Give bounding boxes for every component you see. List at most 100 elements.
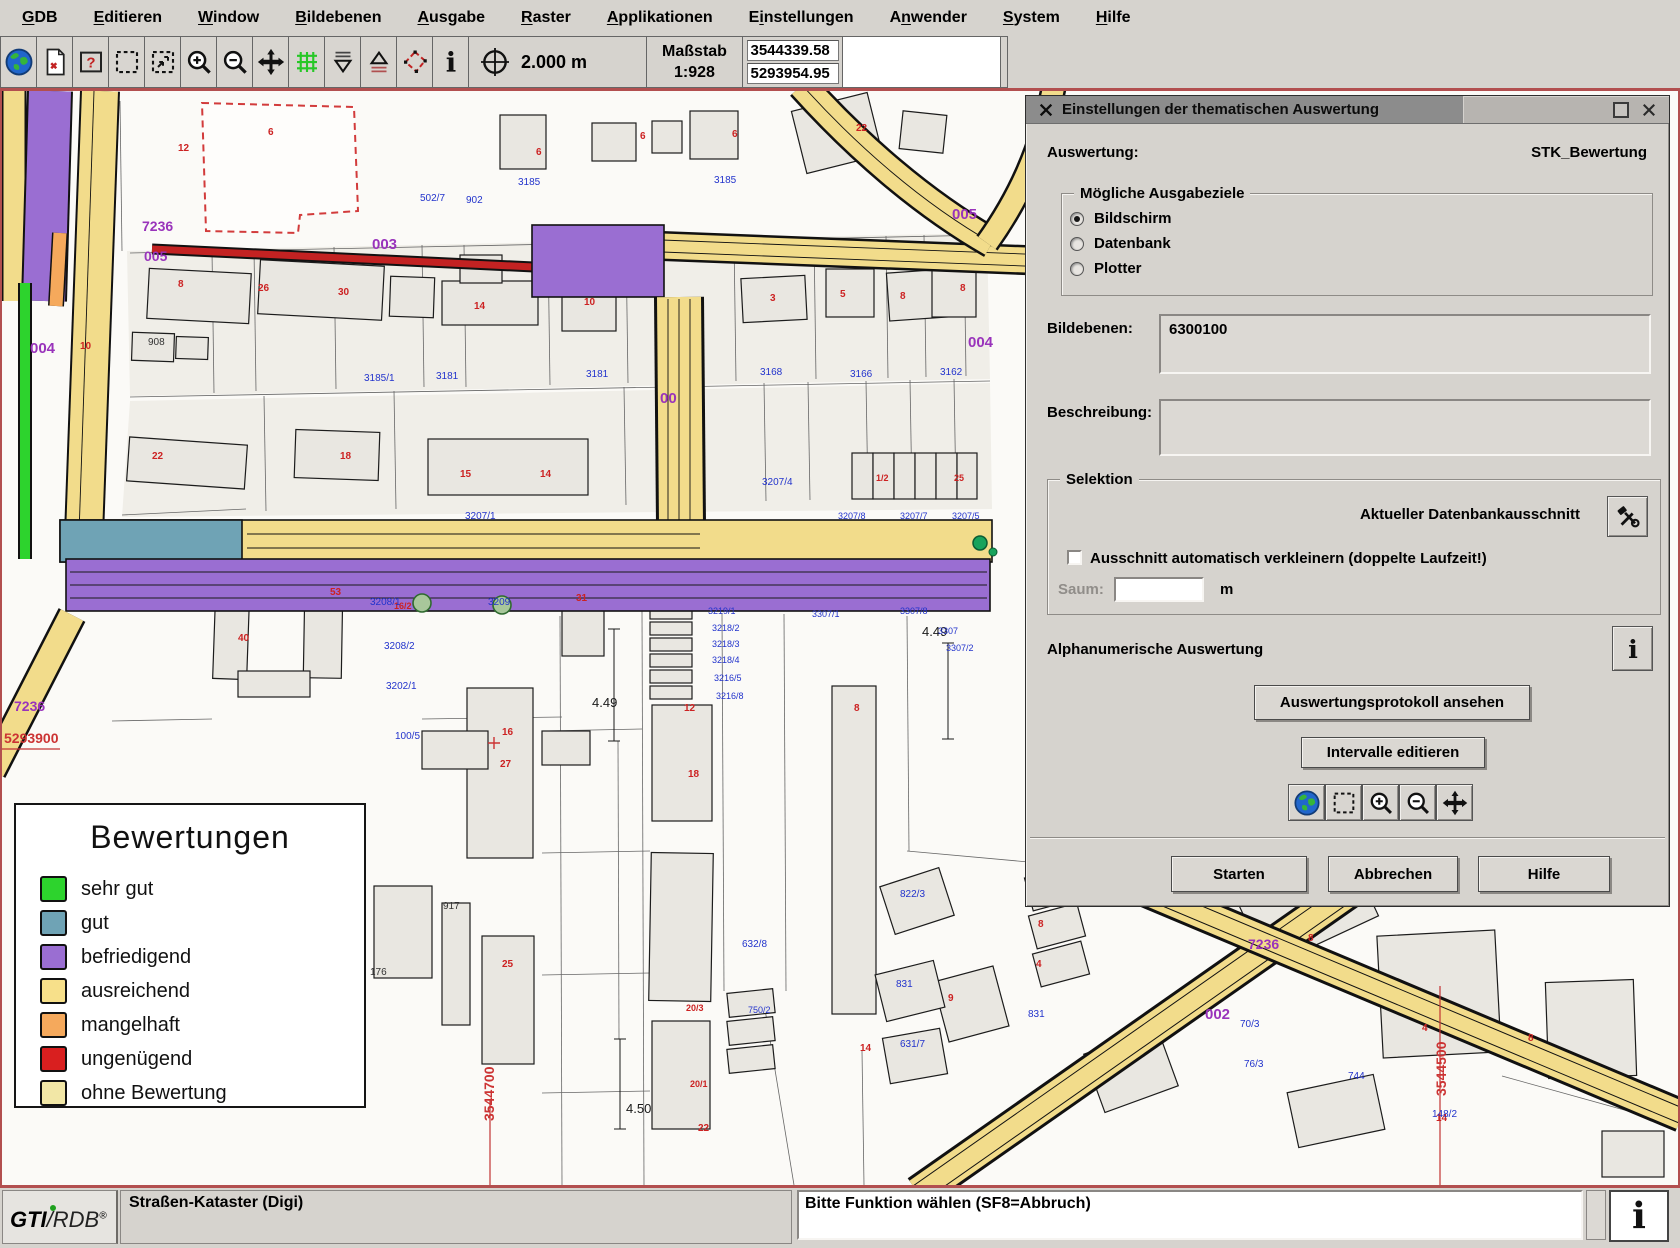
hilfe-button[interactable]: Hilfe [1478,856,1610,892]
polygon-icon[interactable] [397,37,433,87]
legend-swatch [40,944,67,970]
map-building [880,868,954,935]
map-building [422,731,488,769]
radio-circle[interactable] [1070,237,1084,251]
brand-gti: GTI [10,1207,47,1232]
abbrechen-button[interactable]: Abbrechen [1328,856,1458,892]
titlebar-right [1463,96,1669,123]
radio-label: Datenbank [1094,235,1171,252]
radio-plotter[interactable]: Plotter [1070,256,1652,281]
map-building [875,960,945,1021]
document-icon[interactable] [37,37,73,87]
map-label: 3208/1 [370,597,401,608]
menu-einstellungen[interactable]: Einstellungen [735,9,876,27]
saum-label: Saum: [1058,581,1104,598]
parcel-boundary [542,1091,650,1093]
menu-raster[interactable]: Raster [507,9,593,27]
info-icon[interactable] [433,37,469,87]
zoom-in-icon[interactable] [181,37,217,87]
zoom-out-icon[interactable] [217,37,253,87]
status-info-button[interactable] [1609,1190,1669,1242]
map-building [238,671,310,697]
map-building [1287,1074,1385,1147]
zoom-in-icon[interactable] [1362,784,1399,821]
pan-icon[interactable] [253,37,289,87]
map-label: 14 [860,1043,872,1054]
map-label: 18 [688,769,700,780]
menu-anwender[interactable]: Anwender [876,9,989,27]
map-building [482,936,534,1064]
filter-down-icon[interactable] [325,37,361,87]
map-label: 26 [258,283,270,294]
map-building [650,686,692,699]
select-rect-icon[interactable] [1325,784,1362,821]
map-label: 3207/5 [952,511,980,521]
legend-item: mangelhaft [40,1008,364,1042]
legend-swatch [40,1012,67,1038]
status-message-field: Bitte Funktion wählen (SF8=Abbruch) [797,1190,1583,1240]
map-label: 002 [1205,1006,1230,1023]
starten-button[interactable]: Starten [1171,856,1307,892]
map-label: 14 [474,301,486,312]
dialog-map-tools [1288,784,1473,821]
zoom-window-icon[interactable] [145,37,181,87]
map-building [428,439,588,495]
menu-ausgabe[interactable]: Ausgabe [403,9,507,27]
alphanumerisch-info-button[interactable] [1612,626,1653,671]
intervalle-button[interactable]: Intervalle editieren [1301,737,1485,768]
zoom-out-icon[interactable] [1399,784,1436,821]
verkleinern-checkbox[interactable] [1067,550,1082,565]
map-label: 3544700 [481,1066,497,1121]
menu-editieren[interactable]: Editieren [80,9,184,27]
map-building [294,430,380,481]
parcel-boundary [722,613,724,991]
menu-gdb[interactable]: GDB [8,9,80,27]
menu-applikationen[interactable]: Applikationen [593,9,735,27]
globe-icon[interactable] [1288,784,1325,821]
statusbar: GTI/RDB® Straßen-Kataster (Digi) Bitte F… [0,1188,1680,1248]
coordinate-x: 3544339.58 [747,40,839,61]
maximize-icon[interactable] [1613,102,1629,118]
map-label: 631/7 [900,1039,925,1050]
bildebenen-field[interactable]: 6300100 [1159,314,1651,374]
radio-circle[interactable] [1070,262,1084,276]
scale-panel: Maßstab 1:928 [647,37,743,87]
menu-hilfe[interactable]: Hilfe [1082,9,1153,27]
close-icon[interactable] [1641,102,1657,118]
radio-circle[interactable] [1070,212,1084,226]
map-building [258,260,385,320]
filter-up-icon[interactable] [361,37,397,87]
radio-label: Bildschirm [1094,210,1172,227]
map-building [826,269,874,317]
saum-input[interactable] [1114,577,1204,602]
scale-label: Maßstab [662,41,727,62]
legend-item: ausreichend [40,974,364,1008]
map-label: 8 [1528,1033,1534,1044]
radio-bildschirm[interactable]: Bildschirm [1070,206,1652,231]
dialog-titlebar[interactable]: Einstellungen der thematischen Auswertun… [1026,96,1669,124]
parcel-boundary [618,741,619,1039]
grid-icon[interactable] [289,37,325,87]
map-label: 744 [1348,1071,1365,1082]
map-label: 8 [178,279,184,290]
legend-label: ausreichend [81,980,190,1003]
map-label: 7236 [14,698,45,714]
map-label: 4 [1036,959,1042,970]
tools-button[interactable] [1607,496,1648,537]
map-label: 8 [900,291,906,302]
auswertung-label: Auswertung: [1047,144,1139,161]
map-building [1602,1131,1664,1177]
beschreibung-field[interactable] [1159,399,1651,456]
auswertung-value: STK_Bewertung [1531,144,1647,161]
select-rect-icon[interactable] [109,37,145,87]
pan-icon[interactable] [1436,784,1473,821]
help-box-icon[interactable] [73,37,109,87]
globe-icon[interactable] [1,37,37,87]
menu-system[interactable]: System [989,9,1082,27]
radio-datenbank[interactable]: Datenbank [1070,231,1652,256]
map-building [467,688,533,858]
protokoll-button[interactable]: Auswertungsprotokoll ansehen [1254,685,1530,720]
menu-window[interactable]: Window [184,9,281,27]
map-label: 005 [952,206,977,223]
menu-bildebenen[interactable]: Bildebenen [281,9,403,27]
